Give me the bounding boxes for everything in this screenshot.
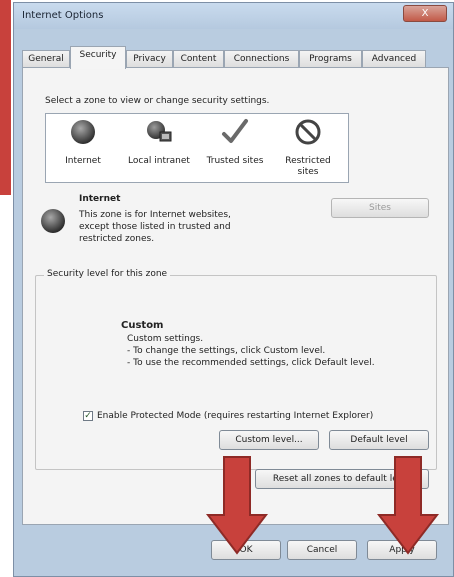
close-button[interactable]: X <box>403 5 447 22</box>
tab-content[interactable]: Content <box>173 50 224 68</box>
intranet-icon <box>147 121 172 142</box>
restricted-icon <box>295 119 321 145</box>
zone-restricted-sites-label: Restricted sites <box>285 156 331 177</box>
custom-settings-line: Custom settings. <box>127 334 204 344</box>
tab-advanced[interactable]: Advanced <box>362 50 426 68</box>
default-level-hint: - To use the recommended settings, click… <box>127 358 375 368</box>
custom-level-button[interactable]: Custom level... <box>219 430 319 450</box>
tab-general[interactable]: General <box>22 50 70 68</box>
globe-icon <box>71 120 95 144</box>
sites-button[interactable]: Sites <box>331 198 429 218</box>
zone-internet-label: Internet <box>65 156 101 166</box>
custom-level-hint: - To change the settings, click Custom l… <box>127 346 326 356</box>
zone-list: Internet Local intranet Trusted sites Re… <box>45 113 349 183</box>
title-bar: Internet Options X <box>14 3 453 29</box>
selected-zone-globe-icon <box>41 209 65 233</box>
protected-mode-checkbox[interactable]: ✓ <box>83 411 93 421</box>
tab-security[interactable]: Security <box>70 46 126 69</box>
zone-instruction: Select a zone to view or change security… <box>45 96 270 106</box>
protected-mode-label: Enable Protected Mode (requires restarti… <box>97 411 374 421</box>
checkmark-icon <box>222 119 248 143</box>
zone-local-intranet-label: Local intranet <box>128 156 190 166</box>
zone-internet[interactable]: Internet <box>48 118 118 167</box>
zone-trusted-sites[interactable]: Trusted sites <box>200 118 270 167</box>
security-level-group-label: Security level for this zone <box>44 269 171 279</box>
zone-local-intranet[interactable]: Local intranet <box>124 118 194 167</box>
selected-zone-description: This zone is for Internet websites, exce… <box>79 210 231 244</box>
red-arrow-down-icon <box>205 456 269 555</box>
tab-connections[interactable]: Connections <box>224 50 299 68</box>
red-side-bar <box>0 0 11 195</box>
zone-trusted-sites-label: Trusted sites <box>206 156 264 166</box>
cancel-button[interactable]: Cancel <box>287 540 357 560</box>
selected-zone-name: Internet <box>79 194 121 204</box>
default-level-button[interactable]: Default level <box>329 430 429 450</box>
zone-restricted-sites[interactable]: Restricted sites <box>276 118 340 178</box>
window-title: Internet Options <box>22 10 104 21</box>
red-arrow-down-icon <box>376 456 440 555</box>
tab-privacy[interactable]: Privacy <box>126 50 173 68</box>
security-level-name: Custom <box>121 320 164 331</box>
tab-programs[interactable]: Programs <box>299 50 362 68</box>
